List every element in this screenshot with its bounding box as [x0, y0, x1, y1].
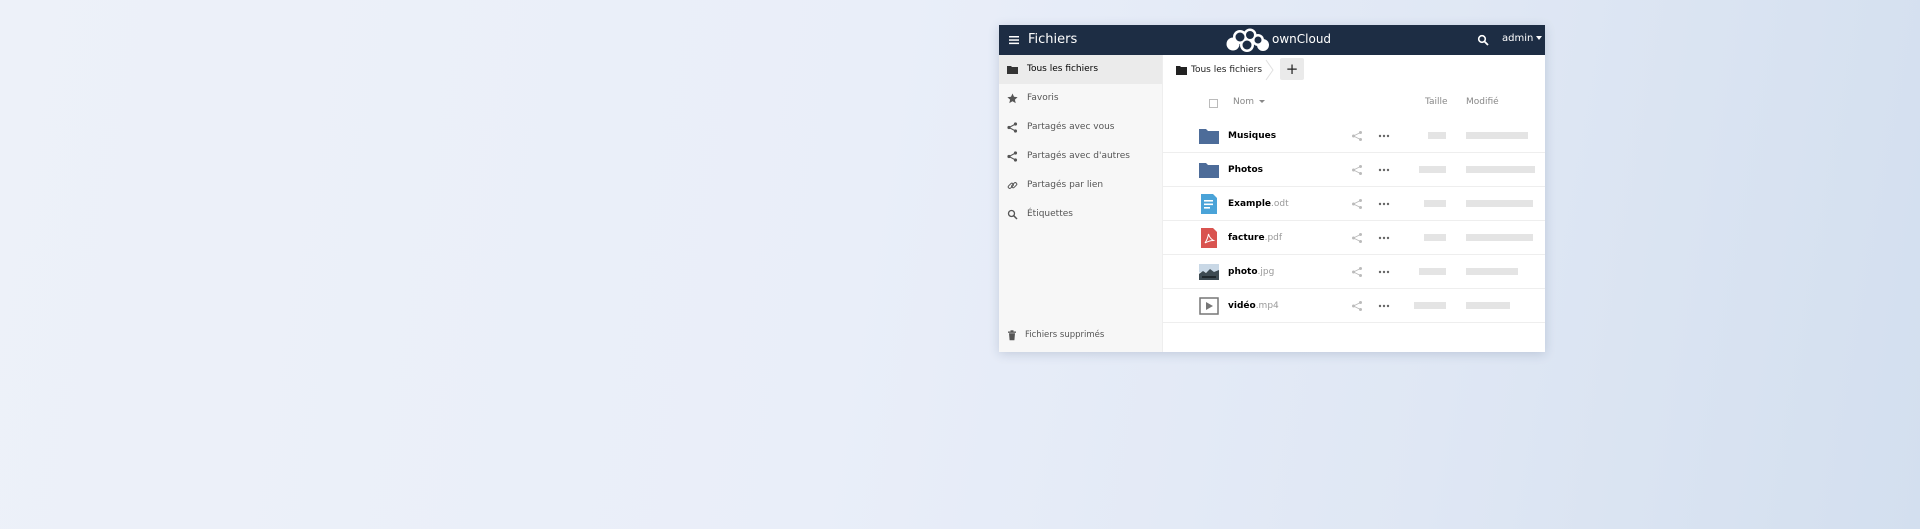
new-file-button[interactable]: + — [1280, 58, 1304, 80]
folder-icon — [1007, 66, 1018, 74]
sidebar-item-all-files[interactable]: Tous les fichiers — [999, 55, 1162, 84]
more-options-icon[interactable] — [1378, 300, 1390, 312]
file-list: Musiques Photos Example.odt facture.pdf … — [1163, 119, 1545, 323]
folder-icon — [1176, 66, 1187, 75]
modified-placeholder — [1466, 302, 1510, 309]
sidebar-item-shared-with-others[interactable]: Partagés avec d'autres — [999, 142, 1162, 171]
app-title[interactable]: Fichiers — [1028, 32, 1077, 47]
modified-placeholder — [1466, 132, 1528, 139]
column-name[interactable]: Nom — [1233, 97, 1266, 107]
file-extension: .mp4 — [1255, 301, 1279, 311]
sidebar-item-shared-by-link[interactable]: Partagés par lien — [999, 171, 1162, 200]
file-basename: facture — [1228, 233, 1265, 243]
star-icon — [1007, 93, 1018, 104]
files-content: Tous les fichiers + Nom Taille Modifié M… — [1163, 55, 1545, 352]
sidebar-item-label: Partagés avec vous — [1027, 122, 1115, 132]
table-row[interactable]: Photos — [1163, 153, 1545, 187]
sidebar-item-label: Partagés par lien — [1027, 180, 1104, 190]
size-placeholder — [1414, 302, 1446, 309]
share-icon[interactable] — [1351, 164, 1363, 176]
chevron-down-icon — [1536, 36, 1543, 40]
user-name: admin — [1502, 33, 1534, 44]
share-icon — [1007, 151, 1018, 162]
sort-caret-icon — [1259, 100, 1266, 103]
more-options-icon[interactable] — [1378, 130, 1390, 142]
folder-icon — [1199, 129, 1219, 144]
size-placeholder — [1424, 234, 1446, 241]
share-icon[interactable] — [1351, 266, 1363, 278]
file-list-header: Nom Taille Modifié — [1163, 91, 1545, 115]
column-name-label: Nom — [1233, 97, 1255, 107]
file-name[interactable]: facture.pdf — [1228, 233, 1282, 243]
file-name[interactable]: photo.jpg — [1228, 267, 1274, 277]
trash-icon — [1008, 330, 1016, 341]
sidebar-item-label: Fichiers supprimés — [1025, 330, 1105, 340]
share-icon[interactable] — [1351, 232, 1363, 244]
sidebar-item-shared-with-you[interactable]: Partagés avec vous — [999, 113, 1162, 142]
file-name[interactable]: Musiques — [1228, 131, 1276, 141]
modified-placeholder — [1466, 200, 1533, 207]
table-row[interactable]: vidéo.mp4 — [1163, 289, 1545, 323]
search-icon[interactable] — [1477, 34, 1489, 46]
file-basename: Photos — [1228, 165, 1264, 175]
share-icon[interactable] — [1351, 300, 1363, 312]
image-thumbnail-icon — [1199, 264, 1219, 280]
size-placeholder — [1419, 268, 1446, 275]
modified-placeholder — [1466, 268, 1518, 275]
size-placeholder — [1428, 132, 1446, 139]
breadcrumb-root[interactable]: Tous les fichiers — [1191, 65, 1262, 75]
sidebar-item-label: Partagés avec d'autres — [1027, 151, 1130, 161]
pdf-icon — [1201, 228, 1217, 248]
sidebar-item-tags[interactable]: Étiquettes — [999, 200, 1162, 229]
sidebar-item-favorites[interactable]: Favoris — [999, 84, 1162, 113]
sidebar-item-deleted-files[interactable]: Fichiers supprimés — [999, 326, 1162, 346]
more-options-icon[interactable] — [1378, 266, 1390, 278]
file-extension: .pdf — [1264, 233, 1283, 243]
more-options-icon[interactable] — [1378, 232, 1390, 244]
modified-placeholder — [1466, 166, 1535, 173]
video-icon — [1199, 297, 1219, 315]
file-basename: photo — [1228, 267, 1258, 277]
share-icon[interactable] — [1351, 198, 1363, 210]
file-basename: Musiques — [1228, 131, 1277, 141]
owncloud-logo-icon[interactable] — [1225, 28, 1271, 53]
sidebar-item-label: Favoris — [1027, 93, 1059, 103]
link-icon — [1007, 182, 1018, 189]
select-all-checkbox[interactable] — [1209, 99, 1218, 108]
table-row[interactable]: photo.jpg — [1163, 255, 1545, 289]
files-window: Fichiers ownCloud admin Tous les fichier… — [999, 25, 1545, 352]
sidebar-item-label: Étiquettes — [1027, 209, 1073, 219]
sidebar-item-label: Tous les fichiers — [1027, 64, 1099, 74]
file-basename: Example — [1228, 199, 1272, 209]
folder-icon — [1199, 163, 1219, 178]
file-basename: vidéo — [1228, 301, 1256, 311]
column-modified[interactable]: Modifié — [1466, 97, 1499, 107]
sidebar: Tous les fichiers Favoris Partagés avec … — [999, 55, 1163, 352]
modified-placeholder — [1466, 234, 1533, 241]
file-extension: .odt — [1271, 199, 1289, 209]
search-icon — [1007, 209, 1018, 220]
column-size[interactable]: Taille — [1425, 97, 1448, 107]
table-row[interactable]: facture.pdf — [1163, 221, 1545, 255]
breadcrumb-separator-icon — [1265, 59, 1274, 81]
file-name[interactable]: Photos — [1228, 165, 1263, 175]
user-menu[interactable]: admin — [1502, 33, 1543, 44]
table-row[interactable]: Example.odt — [1163, 187, 1545, 221]
size-placeholder — [1419, 166, 1446, 173]
file-extension: .jpg — [1257, 267, 1275, 277]
more-options-icon[interactable] — [1378, 198, 1390, 210]
size-placeholder — [1424, 200, 1446, 207]
share-icon — [1007, 122, 1018, 133]
file-name[interactable]: Example.odt — [1228, 199, 1289, 209]
table-row[interactable]: Musiques — [1163, 119, 1545, 153]
document-icon — [1201, 194, 1217, 214]
more-options-icon[interactable] — [1378, 164, 1390, 176]
hamburger-menu-icon[interactable] — [1008, 34, 1020, 46]
share-icon[interactable] — [1351, 130, 1363, 142]
brand-name: ownCloud — [1272, 32, 1332, 46]
top-bar: Fichiers ownCloud admin — [999, 25, 1545, 55]
file-name[interactable]: vidéo.mp4 — [1228, 301, 1279, 311]
